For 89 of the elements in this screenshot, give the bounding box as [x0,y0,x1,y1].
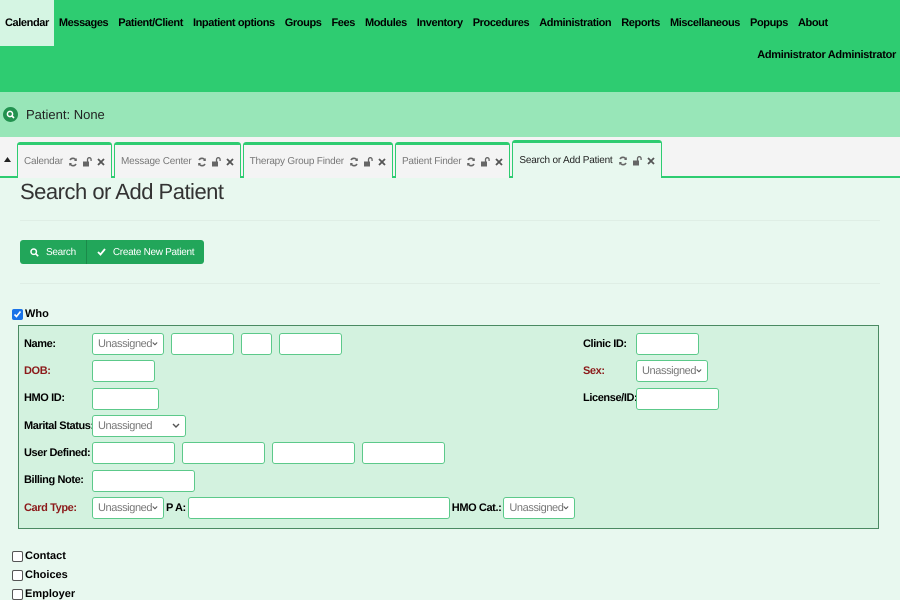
field-label: Sex: [583,364,606,380]
text-field[interactable] [636,388,719,410]
page-title: Search or Add Patient [20,178,225,206]
tab-label[interactable]: Calendar [24,154,63,169]
tab-label[interactable]: Patient Finder [402,154,462,169]
menu-item[interactable]: Reports [616,0,666,46]
tab[interactable]: Therapy Group Finder [242,142,393,178]
collapse-arrow-icon[interactable] [4,157,11,162]
close-icon[interactable] [378,158,386,166]
dropdown[interactable]: Unassigned [92,415,186,438]
text-field[interactable] [279,333,342,356]
close-icon[interactable] [646,156,655,164]
checkbox[interactable] [12,308,23,320]
checkbox[interactable] [12,589,23,600]
text-field[interactable] [92,388,159,410]
section-label: Who [25,307,49,322]
tab-label[interactable]: Search or Add Patient [519,153,613,168]
search-icon[interactable] [3,107,18,122]
text-field[interactable] [636,333,699,356]
refresh-icon[interactable] [68,156,78,166]
menu-item[interactable]: About [792,0,833,46]
text-field[interactable] [92,470,195,492]
close-icon[interactable] [226,158,234,166]
menu-item[interactable]: Inventory [412,0,468,46]
chevron-down-icon [563,504,570,511]
section-label: Employer [25,587,76,600]
dropdown[interactable]: Unassigned [92,496,164,519]
text-field[interactable] [182,442,265,464]
text-field[interactable] [362,442,445,464]
menu-item[interactable]: Miscellaneous [665,0,746,46]
menu-item[interactable]: Patient/Client [113,0,188,46]
text-field[interactable] [92,442,175,464]
unlock-icon[interactable] [82,156,92,166]
section-label: Contact [25,549,66,564]
menu-item[interactable]: Messages [54,0,114,46]
field-label: User Defined: [24,446,92,462]
field-label: Clinic ID: [583,336,628,352]
field-label: HMO Cat.: [452,500,502,516]
chevron-down-icon [696,368,702,374]
section-label: Choices [25,568,68,584]
field-label: HMO ID: [24,391,66,406]
menu-item[interactable]: Modules [360,0,412,46]
checkbox[interactable] [12,570,23,582]
tab[interactable]: Message Center [114,142,241,178]
unlock-icon[interactable] [481,156,490,166]
user-name[interactable]: Administrator Administrator [757,47,896,64]
tab[interactable]: Calendar [17,142,112,178]
tab-label[interactable]: Message Center [120,154,192,169]
checkbox[interactable] [12,551,23,562]
unlock-icon[interactable] [212,156,221,166]
dropdown[interactable]: Unassigned [636,360,708,382]
field-label: DOB: [24,364,52,380]
unlock-icon[interactable] [364,156,373,166]
menu-item[interactable]: Administration [534,0,616,46]
checkmark-icon [96,248,106,256]
text-field[interactable] [92,360,155,382]
field-label: Card Type: [24,500,78,516]
text-field[interactable] [272,442,355,464]
refresh-icon[interactable] [466,156,476,166]
field-label: Billing Note: [24,473,85,488]
field-label: Name: [24,336,57,352]
patient-label: Patient: None [26,106,105,124]
search-icon [30,248,39,256]
menu-item[interactable]: Fees [326,0,360,46]
tab[interactable]: Patient Finder [394,142,510,178]
tab[interactable]: Search or Add Patient [512,140,662,178]
refresh-icon[interactable] [618,156,628,166]
text-field[interactable] [171,333,234,356]
chevron-down-icon [152,341,158,348]
refresh-icon[interactable] [348,156,359,166]
chevron-down-icon [172,423,180,430]
dropdown[interactable]: Unassigned [503,496,576,519]
menu-item[interactable]: Procedures [468,0,534,46]
close-icon[interactable] [495,158,504,166]
menu-item[interactable]: Calendar [0,0,54,46]
close-icon[interactable] [96,158,105,166]
chevron-down-icon [152,504,158,511]
menu-item[interactable]: Inpatient options [188,0,280,46]
menu-item[interactable]: Groups [280,0,326,46]
tab-label[interactable]: Therapy Group Finder [250,154,344,169]
text-field[interactable] [241,333,272,356]
refresh-icon[interactable] [196,156,207,166]
text-field[interactable] [188,496,450,519]
field-label: P A: [166,500,186,516]
unlock-icon[interactable] [632,156,642,166]
dropdown[interactable]: Unassigned [92,333,164,356]
menu-item[interactable]: Popups [745,0,793,46]
field-label: Marital Status: [24,418,92,434]
field-label: License/ID: [583,391,636,406]
